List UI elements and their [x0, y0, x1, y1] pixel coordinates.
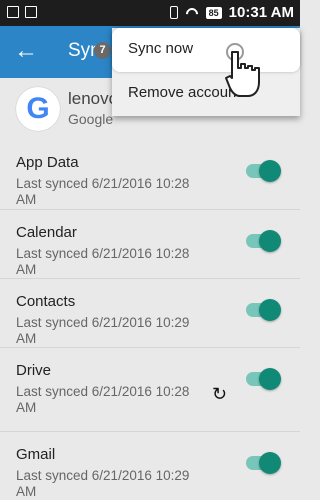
sync-item-title: Calendar	[16, 224, 77, 241]
notification-icon	[7, 6, 19, 18]
sync-icon: ↻	[212, 384, 228, 404]
menu-item-sync-now[interactable]: Sync now	[112, 28, 300, 72]
sync-toggle[interactable]	[246, 299, 281, 321]
sync-item-subtitle: Last synced 6/21/2016 10:28 AM	[16, 176, 190, 207]
menu-item-label: Sync now	[128, 40, 194, 57]
sync-toggle[interactable]	[246, 160, 281, 182]
sync-item-subtitle: Last synced 6/21/2016 10:28 AM	[16, 246, 190, 277]
sync-toggle[interactable]	[246, 230, 281, 252]
overflow-menu: Sync now Remove account	[112, 28, 300, 116]
touch-indicator-badge: 7	[94, 42, 111, 59]
sync-item-title: Gmail	[16, 446, 56, 463]
image-notification-icon	[25, 6, 37, 18]
sync-toggle[interactable]	[246, 368, 281, 390]
status-bar: 85 10:31 AM	[0, 0, 300, 26]
sync-item-title: Drive	[16, 362, 52, 379]
sync-item-drive[interactable]: Drive Last synced 6/21/2016 10:28 AM ↻	[0, 347, 300, 431]
sync-item-gmail[interactable]: Gmail Last synced 6/21/2016 10:29 AM	[0, 431, 300, 500]
sync-item-subtitle: Last synced 6/21/2016 10:29 AM	[16, 315, 190, 346]
sync-items-list: App Data Last synced 6/21/2016 10:28 AM …	[0, 140, 300, 500]
hand-pointer-icon	[225, 43, 260, 97]
account-name: lenovo	[68, 89, 119, 108]
sync-item-calendar[interactable]: Calendar Last synced 6/21/2016 10:28 AM	[0, 209, 300, 278]
sync-item-contacts[interactable]: Contacts Last synced 6/21/2016 10:29 AM	[0, 278, 300, 347]
wifi-icon	[185, 6, 199, 20]
sync-item-subtitle: Last synced 6/21/2016 10:29 AM	[16, 468, 190, 499]
status-time-value: 10:31	[228, 4, 268, 21]
sync-item-app-data[interactable]: App Data Last synced 6/21/2016 10:28 AM	[0, 140, 300, 209]
back-arrow-icon[interactable]: ←	[14, 39, 38, 63]
sync-toggle[interactable]	[246, 452, 281, 474]
status-time-suffix: AM	[270, 4, 294, 21]
sync-item-subtitle: Last synced 6/21/2016 10:28 AM	[16, 384, 190, 415]
google-logo-icon: G	[16, 87, 60, 131]
sync-item-title: Contacts	[16, 293, 76, 310]
sync-item-title: App Data	[16, 154, 79, 171]
status-icons: 85 10:31 AM	[169, 4, 294, 21]
account-type: Google	[68, 111, 114, 127]
battery-icon: 85	[205, 6, 222, 19]
status-time: 10:31 AM	[229, 4, 294, 21]
notification-icons	[7, 6, 37, 18]
vibrate-icon	[169, 6, 178, 19]
menu-item-remove-account[interactable]: Remove account	[112, 72, 300, 116]
